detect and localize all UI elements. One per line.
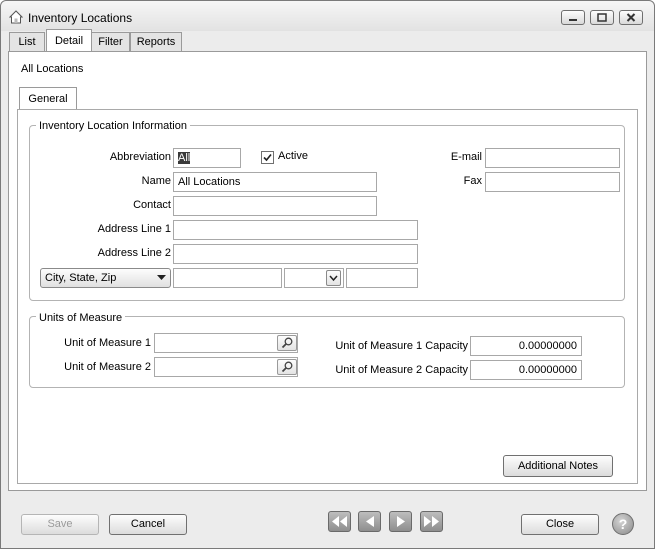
city-state-zip-label: City, State, Zip xyxy=(45,272,117,284)
contact-field[interactable] xyxy=(173,196,377,216)
help-icon: ? xyxy=(618,516,628,532)
tab-reports[interactable]: Reports xyxy=(130,32,182,51)
last-record-button[interactable] xyxy=(420,511,443,532)
contact-label: Contact xyxy=(133,199,171,211)
active-label: Active xyxy=(278,150,308,162)
save-button[interactable]: Save xyxy=(21,514,99,535)
close-icon xyxy=(626,13,636,22)
subtab-general[interactable]: General xyxy=(19,87,77,110)
checkmark-icon xyxy=(263,153,272,162)
rewind-icon xyxy=(332,516,347,527)
abbreviation-label: Abbreviation xyxy=(109,151,171,163)
next-icon xyxy=(397,516,405,527)
minimize-button[interactable] xyxy=(561,10,585,25)
record-heading: All Locations xyxy=(21,63,84,75)
name-field[interactable]: All Locations xyxy=(173,172,377,192)
first-record-button[interactable] xyxy=(328,511,351,532)
previous-record-button[interactable] xyxy=(358,511,381,532)
address-line-1-label: Address Line 1 xyxy=(97,223,171,235)
inventory-locations-window: Inventory Locations List Detail Filter R… xyxy=(0,0,655,549)
maximize-icon xyxy=(597,13,607,22)
minimize-icon xyxy=(569,19,577,21)
tab-detail[interactable]: Detail xyxy=(46,29,92,52)
additional-notes-button[interactable]: Additional Notes xyxy=(503,455,613,477)
uom1-lookup-button[interactable] xyxy=(277,335,297,351)
window-title: Inventory Locations xyxy=(28,11,133,25)
magnifier-icon xyxy=(281,337,293,349)
uom1-field[interactable] xyxy=(154,333,298,353)
units-title: Units of Measure xyxy=(36,312,126,324)
next-record-button[interactable] xyxy=(389,511,412,532)
address-line-1-field[interactable] xyxy=(173,220,418,240)
fax-label: Fax xyxy=(463,175,482,187)
location-info-title: Inventory Location Information xyxy=(36,120,190,132)
maximize-button[interactable] xyxy=(590,10,614,25)
uom2-capacity-label: Unit of Measure 2 Capacity xyxy=(335,364,468,376)
abbreviation-value: All xyxy=(178,152,191,164)
close-window-button[interactable] xyxy=(619,10,643,25)
zip-field[interactable] xyxy=(346,268,418,288)
title-bar: Inventory Locations xyxy=(1,1,654,31)
state-dropdown-button[interactable] xyxy=(326,270,341,286)
uom2-label: Unit of Measure 2 xyxy=(64,361,151,373)
state-select[interactable] xyxy=(284,268,344,288)
address-line-2-field[interactable] xyxy=(173,244,418,264)
city-field[interactable] xyxy=(173,268,282,288)
detail-panel: All Locations General Inventory Location… xyxy=(8,51,647,491)
tab-list[interactable]: List xyxy=(9,32,45,51)
general-page: Inventory Location Information Abbreviat… xyxy=(17,109,638,484)
active-checkbox[interactable] xyxy=(261,151,274,164)
uom2-field[interactable] xyxy=(154,357,298,377)
name-label: Name xyxy=(141,175,171,187)
uom1-capacity-label: Unit of Measure 1 Capacity xyxy=(335,340,468,352)
tab-filter[interactable]: Filter xyxy=(91,32,130,51)
help-button[interactable]: ? xyxy=(612,513,634,535)
chevron-down-icon xyxy=(329,275,338,282)
magnifier-icon xyxy=(281,361,293,373)
previous-icon xyxy=(366,516,374,527)
email-label: E-mail xyxy=(450,151,482,163)
address-line-2-label: Address Line 2 xyxy=(97,247,171,259)
uom2-lookup-button[interactable] xyxy=(277,359,297,375)
fast-forward-icon xyxy=(424,516,439,527)
uom2-capacity-field[interactable]: 0.00000000 xyxy=(470,360,582,380)
dropdown-arrow-icon xyxy=(157,275,166,280)
uom1-label: Unit of Measure 1 xyxy=(64,337,151,349)
email-field[interactable] xyxy=(485,148,620,168)
close-button[interactable]: Close xyxy=(521,514,599,535)
house-icon xyxy=(9,10,23,24)
cancel-button[interactable]: Cancel xyxy=(109,514,187,535)
city-state-zip-dropdown[interactable]: City, State, Zip xyxy=(40,268,171,288)
abbreviation-field[interactable]: All xyxy=(173,148,241,168)
uom1-capacity-field[interactable]: 0.00000000 xyxy=(470,336,582,356)
fax-field[interactable] xyxy=(485,172,620,192)
